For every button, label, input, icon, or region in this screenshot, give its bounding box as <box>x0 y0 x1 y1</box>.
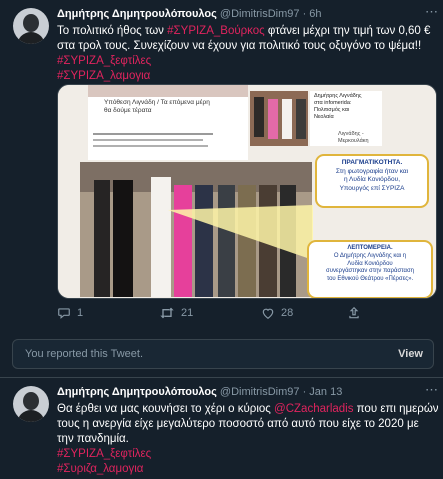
media-headline: Υπόθεση Λιγνάδη / Τα επόμενα μέρη θα δού… <box>104 99 210 114</box>
media-top-right-caption: Λιγνάδης - Μερκουλάκη <box>338 131 369 144</box>
media-top-right-title: Δημήτρης Λιγνάδης στα infomerida: Πολιτι… <box>314 93 362 120</box>
author-name[interactable]: Δημήτρης Δημητρουλόπουλος <box>57 8 217 20</box>
divider <box>0 377 443 378</box>
tweet-text: Το πολιτικό ήθος των #ΣΥΡΙΖΑ_Βούρκος φτά… <box>57 25 431 82</box>
tweet-header: Δημήτρης Δημητρουλόπουλος @DimitrisDim97… <box>57 386 342 398</box>
hashtag-syriza-xeftiles[interactable]: #ΣΥΡΙΖΑ_ξεφτίλες <box>57 55 151 67</box>
author-handle[interactable]: @DimitrisDim97 · 6h <box>220 8 322 20</box>
tweet-actions: 1 21 28 <box>57 306 359 323</box>
share-icon[interactable] <box>347 306 361 323</box>
author-handle[interactable]: @DimitrisDim97 · Jan 13 <box>220 386 342 398</box>
author-name[interactable]: Δημήτρης Δημητρουλόπουλος <box>57 386 217 398</box>
mention-link[interactable]: @CZacharladis <box>274 403 353 415</box>
hashtag-syriza-lamogia[interactable]: #Συριζα_λαμογια <box>57 463 143 475</box>
like-count: 28 <box>281 307 294 319</box>
more-options-icon[interactable]: ⋯ <box>425 4 439 20</box>
reported-message: You reported this Tweet. <box>25 348 144 360</box>
tweet-text: Θα έρθει να μας κουνήσει το χέρι ο κύριο… <box>57 403 439 475</box>
hashtag-syriza-lamogia[interactable]: #ΣΥΡΙΖΑ_λαμογια <box>57 70 150 82</box>
retweet-icon[interactable] <box>159 306 175 323</box>
view-button[interactable]: View <box>398 348 423 360</box>
media-box2: ΛΕΠΤΟΜΕΡΕΙΑ. Ο Δημήτρης Λιγνάδης και η Λ… <box>326 245 414 283</box>
avatar[interactable] <box>13 8 49 44</box>
reply-count: 1 <box>77 307 84 319</box>
tweet-header: Δημήτρης Δημητρουλόπουλος @DimitrisDim97… <box>57 8 322 20</box>
media-box1: ΠΡΑΓΜΑΤΙΚΟΤΗΤΑ. Στη φωτογραφία ήταν και … <box>335 159 409 192</box>
hashtag-syriza-vourkos[interactable]: #ΣΥΡΙΖΑ_Βούρκος <box>167 25 265 37</box>
avatar[interactable] <box>13 386 49 422</box>
like-icon[interactable] <box>261 306 275 323</box>
retweet-count: 21 <box>181 307 194 319</box>
tweet-image[interactable]: Υπόθεση Λιγνάδη / Τα επόμενα μέρη θα δού… <box>57 84 437 299</box>
reported-notice: You reported this Tweet. View <box>12 339 434 369</box>
reply-icon[interactable] <box>57 306 71 323</box>
more-options-icon[interactable]: ⋯ <box>425 382 439 398</box>
hashtag-syriza-xeftiles[interactable]: #ΣΥΡΙΖΑ_ξεφτίλες <box>57 448 151 460</box>
